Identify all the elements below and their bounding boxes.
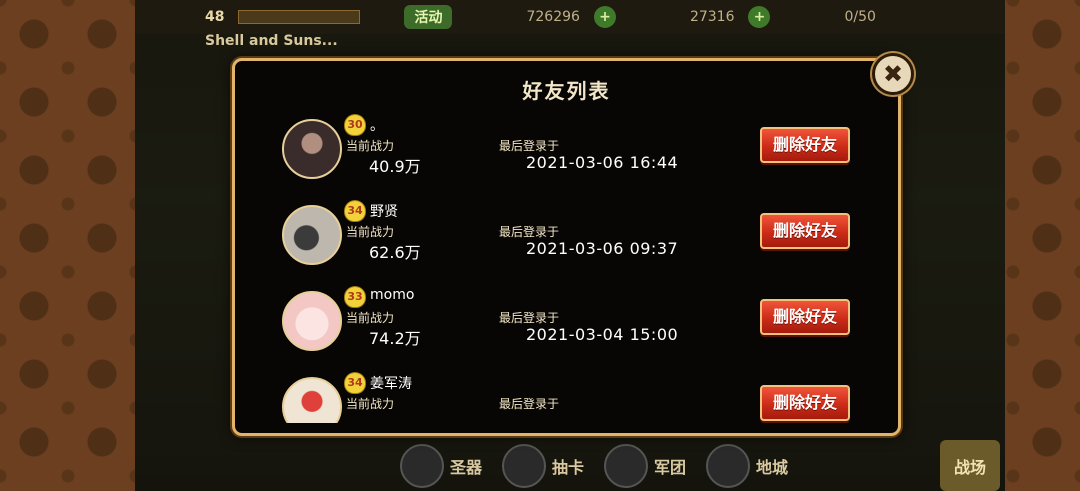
last-login-label: 最后登录于: [499, 397, 560, 411]
friend-row: 30 。 当前战力 40.9万 最后登录于 2021-03-06 16:44 删…: [235, 109, 898, 195]
level-badge: 34: [345, 373, 365, 393]
delete-friend-button[interactable]: 删除好友: [760, 127, 850, 163]
friend-list[interactable]: 30 。 当前战力 40.9万 最后登录于 2021-03-06 16:44 删…: [235, 109, 898, 423]
capacity-count: 0/50: [844, 9, 876, 25]
nav-legion[interactable]: 军团: [604, 440, 686, 491]
friend-name: 野贤: [370, 204, 398, 220]
close-icon: ✖: [882, 60, 904, 88]
friend-row: 34 野贤 当前战力 62.6万 最后登录于 2021-03-06 09:37 …: [235, 195, 898, 281]
level-badge: 30: [345, 115, 365, 135]
dungeon-icon: [706, 443, 751, 488]
legion-icon: [604, 443, 649, 488]
add-gold-icon[interactable]: +: [593, 6, 616, 28]
last-login-value: 2021-03-06 16:44: [526, 153, 679, 172]
add-gems-icon[interactable]: +: [748, 6, 771, 28]
power-label: 当前战力: [346, 397, 395, 411]
bottom-nav: 圣器 抽卡 军团 地城 战场: [400, 440, 1000, 491]
friend-name: 。: [370, 118, 384, 134]
friend-name: 姜军涛: [370, 376, 412, 392]
gold-count: 726296: [526, 9, 580, 25]
avatar[interactable]: [282, 377, 342, 423]
close-button[interactable]: ✖: [872, 53, 914, 95]
last-login-label: 最后登录于: [499, 311, 560, 325]
guild-name: Shell and Suns...: [205, 33, 338, 49]
avatar[interactable]: [282, 205, 342, 265]
resource-bar: 48 活动 726296 + 27316 + 0/50: [135, 0, 1005, 34]
avatar[interactable]: [282, 119, 342, 179]
last-login-label: 最后登录于: [499, 225, 560, 239]
power-label: 当前战力: [346, 139, 395, 153]
nav-draw[interactable]: 抽卡: [502, 440, 584, 491]
level-badge: 34: [345, 201, 365, 221]
player-level: 48: [205, 9, 225, 25]
exp-bar: [238, 10, 361, 24]
level-badge: 33: [345, 287, 365, 307]
friend-row: 34 姜军涛 当前战力 最后登录于 删除好友: [235, 367, 898, 423]
friend-row: 33 momo 当前战力 74.2万 最后登录于 2021-03-04 15:0…: [235, 281, 898, 367]
power-label: 当前战力: [346, 311, 395, 325]
nav-battlefield[interactable]: 战场: [939, 440, 1000, 491]
power-value: 74.2万: [369, 329, 421, 348]
delete-friend-button[interactable]: 删除好友: [760, 385, 850, 421]
friend-name: momo: [370, 287, 415, 303]
power-label: 当前战力: [346, 225, 395, 239]
avatar[interactable]: [282, 291, 342, 351]
last-login-value: 2021-03-04 15:00: [526, 325, 679, 344]
cards-icon: [502, 443, 547, 488]
event-button[interactable]: 活动: [404, 5, 453, 29]
gem-count: 27316: [689, 9, 735, 25]
delete-friend-button[interactable]: 删除好友: [760, 299, 850, 335]
friend-list-dialog: 好友列表 30 。 当前战力 40.9万 最后登录于 2021-03-06 16…: [232, 58, 901, 436]
nav-dungeon[interactable]: 地城: [706, 440, 788, 491]
power-value: 40.9万: [369, 157, 421, 176]
nav-artifact[interactable]: 圣器: [400, 440, 482, 491]
last-login-value: 2021-03-06 09:37: [526, 239, 679, 258]
artifact-icon: [400, 443, 444, 488]
power-value: 62.6万: [369, 243, 421, 262]
left-wallpaper: [0, 0, 137, 491]
delete-friend-button[interactable]: 删除好友: [760, 213, 850, 249]
dialog-title: 好友列表: [522, 79, 611, 103]
last-login-label: 最后登录于: [499, 139, 560, 153]
